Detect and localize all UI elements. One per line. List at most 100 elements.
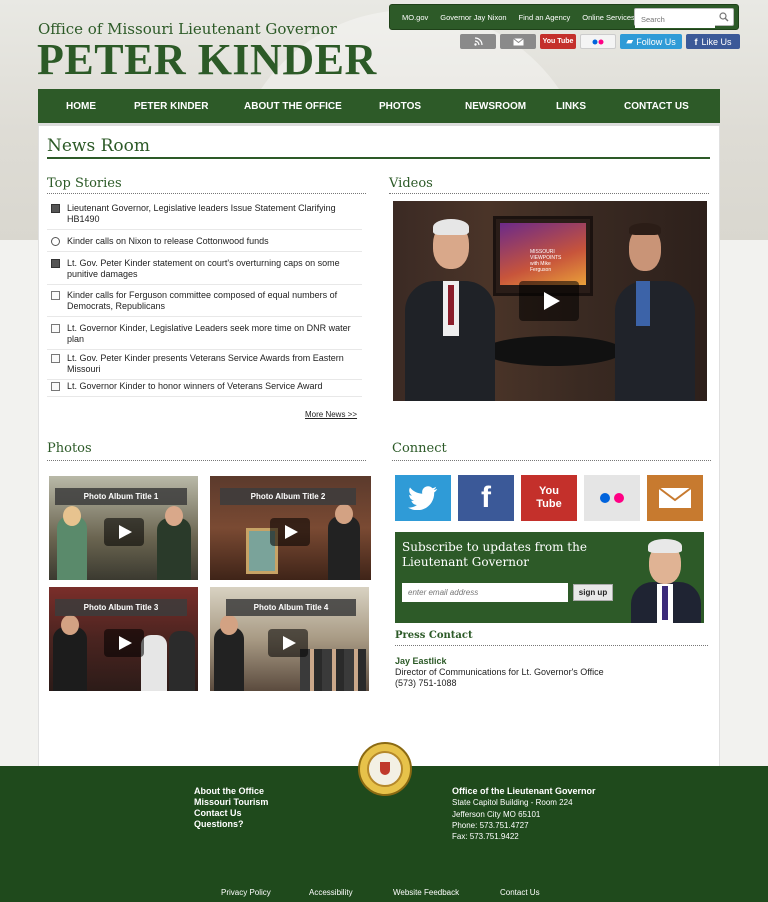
- email-tile[interactable]: [647, 475, 703, 521]
- subscribe-box: Subscribe to updates from the Lieutenant…: [395, 532, 704, 623]
- nav-item-about-office[interactable]: ABOUT THE OFFICE: [244, 101, 342, 112]
- twitter-tile[interactable]: [395, 475, 451, 521]
- section-rule: [389, 193, 709, 194]
- album-photo-crowd: [300, 649, 366, 691]
- footer-link-about[interactable]: About the Office: [194, 786, 264, 796]
- nav-item-contact-us[interactable]: CONTACT US: [624, 101, 689, 112]
- play-button[interactable]: [104, 629, 144, 657]
- nav-item-peter-kinder[interactable]: PETER KINDER: [134, 101, 208, 112]
- flickr-button[interactable]: [580, 34, 616, 49]
- connect-heading: Connect: [392, 441, 447, 456]
- section-rule: [47, 193, 366, 194]
- album-photo-person: [169, 631, 195, 691]
- footer-accessibility-link[interactable]: Accessibility: [309, 888, 353, 897]
- title-rule: [47, 157, 710, 159]
- footer-privacy-link[interactable]: Privacy Policy: [221, 888, 271, 897]
- press-contact-phone: (573) 751-1088: [395, 678, 457, 688]
- util-link-mogov[interactable]: MO.gov: [402, 13, 428, 22]
- play-button[interactable]: [270, 518, 310, 546]
- press-contact-heading: Press Contact: [395, 630, 473, 641]
- youtube-button[interactable]: You Tube: [540, 34, 576, 49]
- footer-phone: Phone: 573.751.4727: [452, 821, 529, 830]
- video-icon: [51, 204, 60, 213]
- album-photo-person: [165, 506, 183, 526]
- util-link-find-agency[interactable]: Find an Agency: [519, 13, 571, 22]
- story-text: Lt. Governor Kinder to honor winners of …: [67, 381, 323, 391]
- photo-album[interactable]: Photo Album Title 3: [49, 587, 198, 691]
- section-rule: [392, 460, 711, 461]
- footer-link-tourism[interactable]: Missouri Tourism: [194, 797, 268, 807]
- rss-button[interactable]: [460, 34, 496, 49]
- album-photo-person: [220, 615, 238, 635]
- document-icon: [51, 291, 60, 300]
- photo-album[interactable]: Photo Album Title 4: [210, 587, 369, 691]
- album-photo-person: [141, 635, 167, 691]
- youtube-icon: You Tube: [536, 485, 562, 510]
- util-link-online-services[interactable]: Online Services: [582, 13, 635, 22]
- facebook-like-button[interactable]: f Like Us: [686, 34, 740, 49]
- play-button[interactable]: [104, 518, 144, 546]
- footer-feedback-link[interactable]: Website Feedback: [393, 888, 459, 897]
- email-button[interactable]: [500, 34, 536, 49]
- facebook-icon: f: [481, 481, 491, 514]
- video-person-left-tie: [448, 285, 454, 325]
- album-photo-person: [214, 627, 244, 691]
- videos-heading: Videos: [389, 176, 433, 191]
- album-title: Photo Album Title 1: [55, 488, 187, 505]
- footer-fax: Fax: 573.751.9422: [452, 832, 519, 841]
- flickr-icon: [592, 39, 604, 44]
- nav-item-links[interactable]: LINKS: [556, 101, 586, 112]
- more-news-link[interactable]: More News >>: [305, 410, 357, 419]
- story-item[interactable]: Lt. Gov. Peter Kinder presents Veterans …: [47, 353, 362, 380]
- story-item[interactable]: Lt. Governor Kinder, Legislative Leaders…: [47, 323, 362, 350]
- twitter-follow-button[interactable]: ▰ Follow Us: [620, 34, 682, 49]
- nav-item-home[interactable]: HOME: [66, 101, 96, 112]
- video-player[interactable]: MISSOURI VIEWPOINTS with Mike Ferguson: [393, 201, 707, 401]
- flickr-icon: [600, 493, 624, 503]
- facebook-like-label: Like Us: [701, 36, 732, 47]
- story-text: Lt. Gov. Peter Kinder presents Veterans …: [67, 353, 344, 374]
- album-photo-person: [335, 504, 353, 524]
- portrait-hair: [648, 539, 682, 553]
- photos-heading: Photos: [47, 441, 92, 456]
- search-icon[interactable]: [719, 12, 729, 22]
- page-title: News Room: [47, 136, 151, 156]
- album-title: Photo Album Title 2: [220, 488, 356, 505]
- utility-bar: MO.gov Governor Jay Nixon Find an Agency…: [389, 4, 739, 30]
- nav-item-photos[interactable]: PHOTOS: [379, 101, 421, 112]
- twitter-icon: ▰: [626, 36, 634, 46]
- story-item[interactable]: Lt. Gov. Peter Kinder statement on court…: [47, 258, 362, 285]
- util-link-governor[interactable]: Governor Jay Nixon: [440, 13, 506, 22]
- search-input[interactable]: [635, 11, 715, 28]
- sign-up-button[interactable]: sign up: [573, 584, 613, 601]
- story-text: Kinder calls on Nixon to release Cottonw…: [67, 236, 269, 246]
- facebook-tile[interactable]: f: [458, 475, 514, 521]
- subscribe-title: Subscribe to updates from the Lieutenant…: [402, 540, 587, 569]
- play-button[interactable]: [268, 629, 308, 657]
- story-text: Lieutenant Governor, Legislative leaders…: [67, 203, 336, 224]
- email-field[interactable]: [402, 583, 568, 602]
- flickr-tile[interactable]: [584, 475, 640, 521]
- album-photo-person: [61, 615, 79, 635]
- main-nav: HOME PETER KINDER ABOUT THE OFFICE PHOTO…: [38, 89, 720, 126]
- missouri-seal-icon: [358, 742, 412, 796]
- youtube-tile[interactable]: You Tube: [521, 475, 577, 521]
- photo-album[interactable]: Photo Album Title 2: [210, 476, 371, 580]
- press-contact-name[interactable]: Jay Eastlick: [395, 656, 447, 666]
- video-monitor-caption: MISSOURI VIEWPOINTS with Mike Ferguson: [530, 249, 562, 273]
- photo-album[interactable]: Photo Album Title 1: [49, 476, 198, 580]
- footer-link-questions[interactable]: Questions?: [194, 819, 244, 829]
- press-contact-role: Director of Communications for Lt. Gover…: [395, 667, 604, 677]
- story-item[interactable]: Kinder calls on Nixon to release Cottonw…: [47, 236, 362, 252]
- story-item[interactable]: Lt. Governor Kinder to honor winners of …: [47, 381, 362, 397]
- site-title[interactable]: PETER KINDER: [37, 34, 377, 85]
- footer-contact-link[interactable]: Contact Us: [500, 888, 540, 897]
- document-icon: [51, 382, 60, 391]
- play-button[interactable]: [519, 281, 579, 321]
- footer-office-title: Office of the Lieutenant Governor: [452, 786, 596, 796]
- nav-item-newsroom[interactable]: NEWSROOM: [465, 101, 526, 112]
- video-person-left-hair: [433, 219, 469, 235]
- footer-link-contact[interactable]: Contact Us: [194, 808, 242, 818]
- story-item[interactable]: Lieutenant Governor, Legislative leaders…: [47, 203, 362, 230]
- story-item[interactable]: Kinder calls for Ferguson committee comp…: [47, 290, 362, 317]
